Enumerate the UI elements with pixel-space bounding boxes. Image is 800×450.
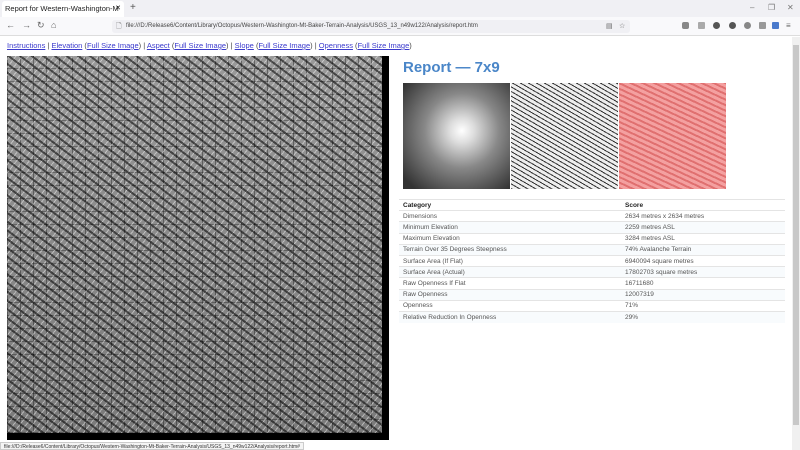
image-links: Instructions | Elevation (Full Size Imag… <box>7 41 412 50</box>
extension-icon[interactable] <box>759 22 766 29</box>
scrollbar[interactable] <box>792 37 800 450</box>
report-table: Category Score Dimensions 2634 metres x 26… <box>399 198 785 323</box>
forward-icon[interactable]: → <box>22 20 31 30</box>
category-cell: Terrain Over 35 Degrees Steepness <box>399 243 621 256</box>
scrollbar-thumb[interactable] <box>793 45 799 425</box>
table-header: Category Score <box>399 198 785 211</box>
category-cell: Dimensions <box>399 210 621 222</box>
page-title: Report — 7x9 <box>403 59 500 76</box>
instructions-link[interactable]: Instructions <box>7 41 45 50</box>
score-cell: 12007319 <box>621 288 785 301</box>
table-row: Dimensions 2634 metres x 2634 metres <box>399 210 785 222</box>
browser-tab[interactable]: Report for Western-Washington-M ✕ <box>2 1 124 17</box>
aspect-thumbnail[interactable] <box>511 83 618 189</box>
slope-link[interactable]: Slope <box>235 41 254 50</box>
category-cell: Minimum Elevation <box>399 221 621 234</box>
score-cell: 2259 metres ASL <box>621 221 785 234</box>
bookmark-star-icon[interactable]: ☆ <box>619 22 625 30</box>
nav-toolbar: ← → ↻ ⌂ 🗋 file:///D:/Release6/Content/Lib… <box>0 17 800 36</box>
table-row: Minimum Elevation 2259 metres ASL <box>399 221 785 234</box>
status-bar: file:///D:/Release6/Content/Library/Octo… <box>0 442 304 450</box>
table-row: Raw Openness 12007319 <box>399 288 785 301</box>
elevation-full-link[interactable]: Full Size Image <box>87 41 139 50</box>
score-cell: 74% Avalanche Terrain <box>621 243 785 256</box>
terrain-image <box>7 56 389 440</box>
extension-icon[interactable] <box>772 22 779 29</box>
category-cell: Surface Area (Actual) <box>399 266 621 278</box>
table-row: Terrain Over 35 Degrees Steepness 74% Ava… <box>399 243 785 256</box>
elevation-thumbnail[interactable] <box>403 83 510 189</box>
back-icon[interactable]: ← <box>6 20 15 30</box>
openness-full-link[interactable]: Full Size Image <box>358 41 410 50</box>
new-tab-icon[interactable]: + <box>130 2 136 13</box>
elevation-link[interactable]: Elevation <box>51 41 82 50</box>
score-cell: 29% <box>621 310 785 323</box>
column-header: Category <box>399 198 621 211</box>
tab-title: Report for Western-Washington-M <box>5 4 119 13</box>
score-cell: 17802703 square metres <box>621 266 785 278</box>
slope-full-link[interactable]: Full Size Image <box>258 41 310 50</box>
category-cell: Raw Openness <box>399 288 621 301</box>
home-icon[interactable]: ⌂ <box>51 20 56 30</box>
score-cell: 6940094 square metres <box>621 254 785 267</box>
pocket-icon[interactable] <box>682 22 689 29</box>
score-cell: 71% <box>621 299 785 312</box>
close-window-icon[interactable]: ✕ <box>787 3 794 12</box>
tab-bar: Report for Western-Washington-M ✕ + – ❐ ✕ <box>0 0 800 17</box>
extension-icon[interactable] <box>744 22 751 29</box>
category-cell: Relative Reduction In Openness <box>399 310 621 323</box>
table-row: Surface Area (If Flat) 6940094 square met… <box>399 254 785 267</box>
url-bar[interactable]: 🗋 file:///D:/Release6/Content/Library/Oct… <box>112 20 630 33</box>
menu-icon[interactable]: ≡ <box>786 21 791 30</box>
restore-icon[interactable]: ❐ <box>768 3 775 12</box>
table-row: Maximum Elevation 3284 metres ASL <box>399 232 785 245</box>
table-row: Surface Area (Actual) 17802703 square met… <box>399 266 785 278</box>
library-icon[interactable] <box>698 22 705 29</box>
reload-icon[interactable]: ↻ <box>37 20 45 31</box>
shield-icon[interactable] <box>729 22 736 29</box>
table-row: Raw Openness If Flat 16711680 <box>399 277 785 289</box>
category-cell: Maximum Elevation <box>399 232 621 245</box>
url-text: file:///D:/Release6/Content/Library/Octo… <box>126 23 478 29</box>
score-cell: 16711680 <box>621 277 785 289</box>
openness-link[interactable]: Openness <box>319 41 353 50</box>
column-header: Score <box>621 198 785 211</box>
slope-thumbnail[interactable] <box>619 83 726 189</box>
score-cell: 2634 metres x 2634 metres <box>621 210 785 222</box>
minimize-icon[interactable]: – <box>750 3 754 12</box>
page-icon: 🗋 <box>116 23 122 30</box>
category-cell: Surface Area (If Flat) <box>399 254 621 267</box>
extension-icon[interactable] <box>713 22 720 29</box>
category-cell: Openness <box>399 299 621 312</box>
aspect-full-link[interactable]: Full Size Image <box>174 41 226 50</box>
category-cell: Raw Openness If Flat <box>399 277 621 289</box>
close-tab-icon[interactable]: ✕ <box>115 4 121 13</box>
score-cell: 3284 metres ASL <box>621 232 785 245</box>
aspect-link[interactable]: Aspect <box>147 41 170 50</box>
reader-icon[interactable]: ▤ <box>606 22 613 30</box>
table-row: Relative Reduction In Openness 29% <box>399 310 785 323</box>
table-row: Openness 71% <box>399 299 785 312</box>
